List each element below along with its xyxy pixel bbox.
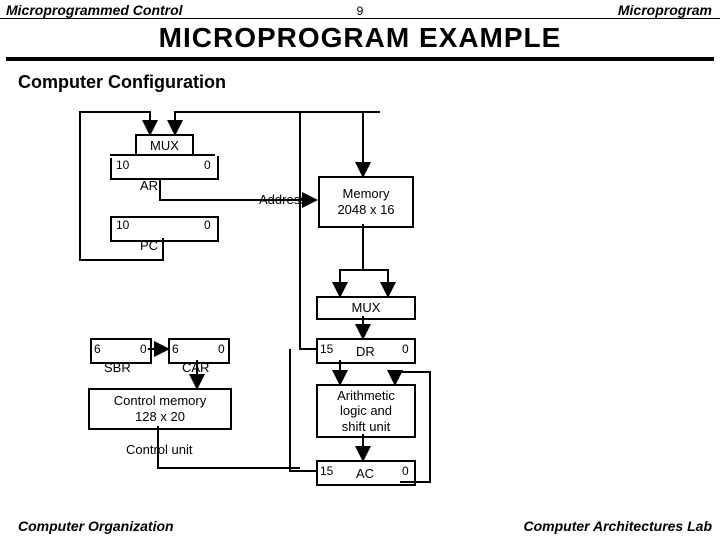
connections	[0, 0, 720, 540]
